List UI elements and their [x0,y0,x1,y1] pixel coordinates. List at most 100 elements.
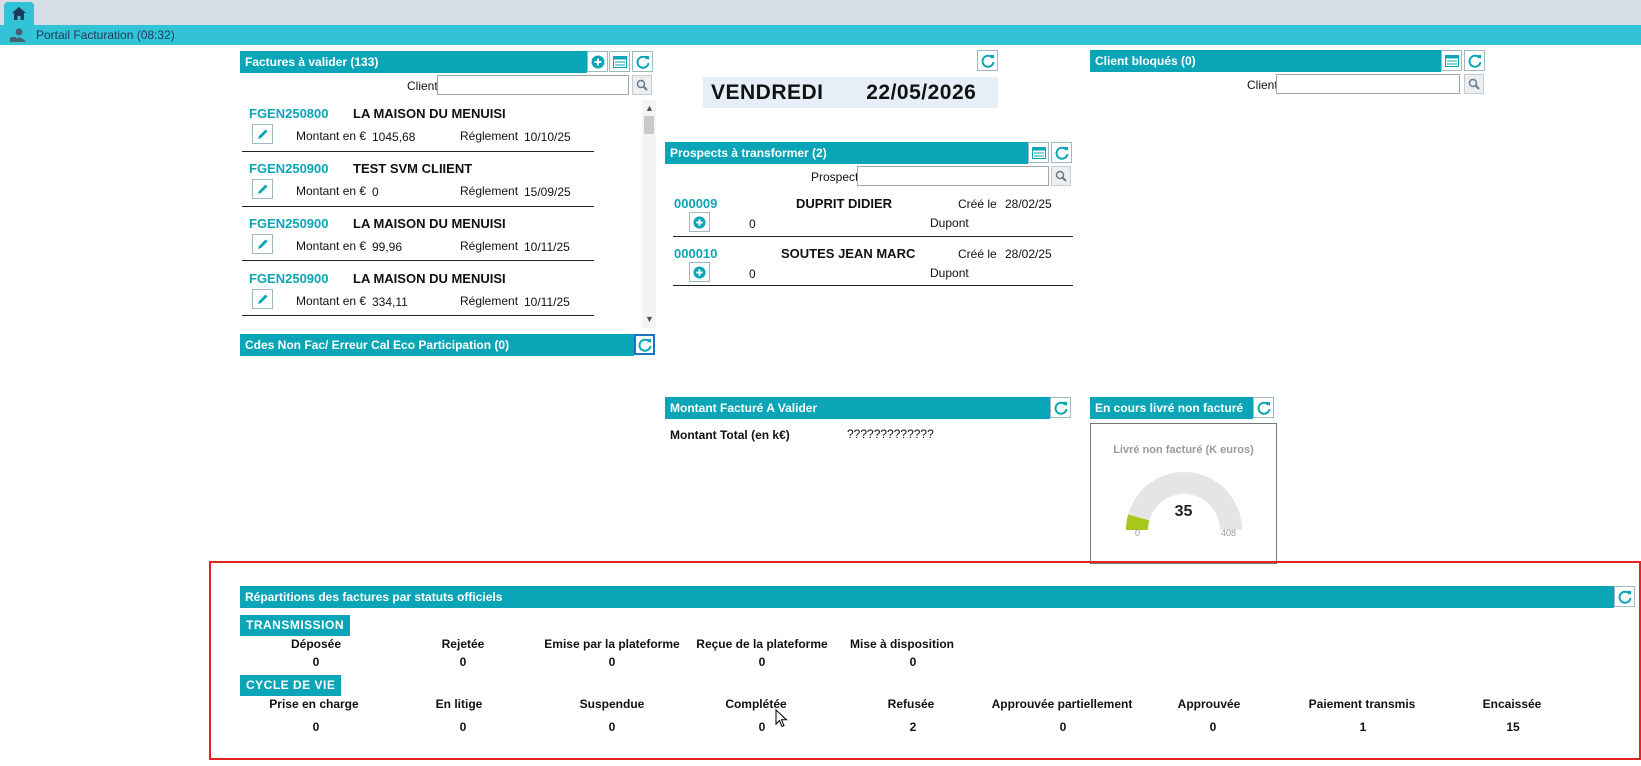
cdes-refresh-button[interactable] [634,334,655,355]
clients-bloques-client-input[interactable] [1276,74,1460,94]
scroll-up-icon[interactable]: ▲ [645,103,654,113]
cree-label: Créé le [958,197,997,211]
title-bar [0,25,1641,45]
status-value: 0 [608,720,616,734]
facture-client: TEST SVM CLIIENT [353,161,473,176]
cree-label: Créé le [958,247,997,261]
factures-refresh-button[interactable] [632,51,653,72]
prospect-id[interactable]: 000009 [674,196,717,211]
clients-bloques-header: Client bloqués (0) [1090,50,1441,72]
list-icon [1031,146,1046,159]
facture-id[interactable]: FGEN250900 [249,161,329,176]
scroll-down-icon[interactable]: ▼ [645,314,654,324]
status-label: Mise à disposition [849,637,954,651]
current-date: 22/05/2026 [866,81,977,104]
status-label: Déposée [290,637,342,651]
add-prospect-button[interactable] [689,262,710,282]
status-value: 2 [909,720,917,734]
status-value: 0 [459,655,467,669]
montant-facture-header: Montant Facturé A Valider [665,397,1050,419]
facture-id[interactable]: FGEN250800 [249,106,329,121]
edit-facture-button[interactable] [252,289,273,309]
clients-bloques-search-button[interactable] [1464,74,1484,94]
day-name: VENDREDI [711,81,824,104]
row-divider [242,206,594,207]
add-facture-button[interactable] [587,51,608,72]
status-label: Suspendue [579,697,645,711]
date-refresh-button[interactable] [977,50,998,71]
status-label: Emise par la plateforme [544,637,680,651]
prospect-owner: Dupont [930,266,969,280]
refresh-icon [981,54,994,68]
status-label: Rejetée [441,637,485,651]
pencil-icon [257,184,267,194]
gauge-panel: Livré non facturé (K euros) 35 0 408 [1090,423,1277,564]
factures-list-button[interactable] [609,51,630,72]
facture-id[interactable]: FGEN250900 [249,271,329,286]
plus-circle-icon [693,265,706,279]
reglement-label: Réglement [460,129,519,143]
top-tab-bar [0,0,1641,25]
home-tab[interactable] [4,2,34,25]
gauge-value: 35 [1174,503,1193,520]
status-value: 0 [459,720,467,734]
status-value: 15 [1506,720,1520,734]
refresh-icon [1054,401,1067,415]
montant-label: Montant en € [296,184,367,198]
status-value: 1 [1359,720,1367,734]
clients-bloques-client-label: Client [1247,78,1278,92]
add-prospect-button[interactable] [689,212,710,232]
gauge-min: 0 [1135,528,1141,538]
date-display: VENDREDI 22/05/2026 [703,77,998,108]
montant-value: 1045,68 [372,130,416,144]
facture-id[interactable]: FGEN250900 [249,216,329,231]
refresh-icon [1618,590,1631,604]
search-icon [1468,78,1480,90]
montant-value: 99,96 [372,240,403,254]
row-divider [242,151,594,152]
status-value: 0 [758,720,766,734]
factures-search-button[interactable] [632,75,652,95]
status-label: Encaissée [1482,697,1542,711]
prospects-refresh-button[interactable] [1051,142,1072,163]
row-divider [673,285,1073,286]
prospect-name: DUPRIT DIDIER [796,196,893,211]
status-label: Prise en charge [269,697,359,711]
reglement-date: 10/11/25 [524,240,570,254]
cdes-header: Cdes Non Fac/ Erreur Cal Eco Participati… [240,334,634,356]
prospect-search-button[interactable] [1051,166,1071,186]
clients-bloques-refresh-button[interactable] [1464,50,1485,71]
edit-facture-button[interactable] [252,124,273,144]
factures-client-input[interactable] [437,75,629,95]
status-value: 0 [312,720,320,734]
reglement-date: 10/11/25 [524,295,570,309]
facture-client: LA MAISON DU MENUISI [353,216,506,231]
edit-facture-button[interactable] [252,234,273,254]
pencil-icon [257,294,267,304]
prospect-input[interactable] [857,166,1049,186]
scroll-thumb[interactable] [644,116,654,134]
pencil-icon [257,129,267,139]
prospects-list-button[interactable] [1028,142,1049,163]
plus-circle-icon [693,215,706,229]
montant-facture-refresh-button[interactable] [1050,397,1071,418]
prospect-value: 0 [749,267,756,281]
status-label: Approuvée [1177,697,1241,711]
cree-date: 28/02/25 [1005,197,1052,211]
repartition-header: Répartitions des factures par statuts of… [240,586,1614,608]
montant-value: 0 [372,185,379,199]
factures-scrollbar[interactable]: ▲ ▼ [642,100,656,328]
status-value: 0 [608,655,616,669]
repartition-refresh-button[interactable] [1614,586,1635,607]
status-label: Approuvée partiellement [991,697,1133,711]
gauge-title: Livré non facturé (K euros) [1113,444,1254,456]
en-cours-refresh-button[interactable] [1253,397,1274,418]
factures-client-label: Client [407,79,438,93]
prospect-id[interactable]: 000010 [674,246,717,261]
edit-facture-button[interactable] [252,179,273,199]
clients-bloques-list-button[interactable] [1441,50,1462,71]
status-label: En litige [435,697,483,711]
montant-label: Montant en € [296,129,367,143]
factures-header: Factures à valider (133) [240,51,587,73]
gauge-max: 408 [1221,528,1237,538]
